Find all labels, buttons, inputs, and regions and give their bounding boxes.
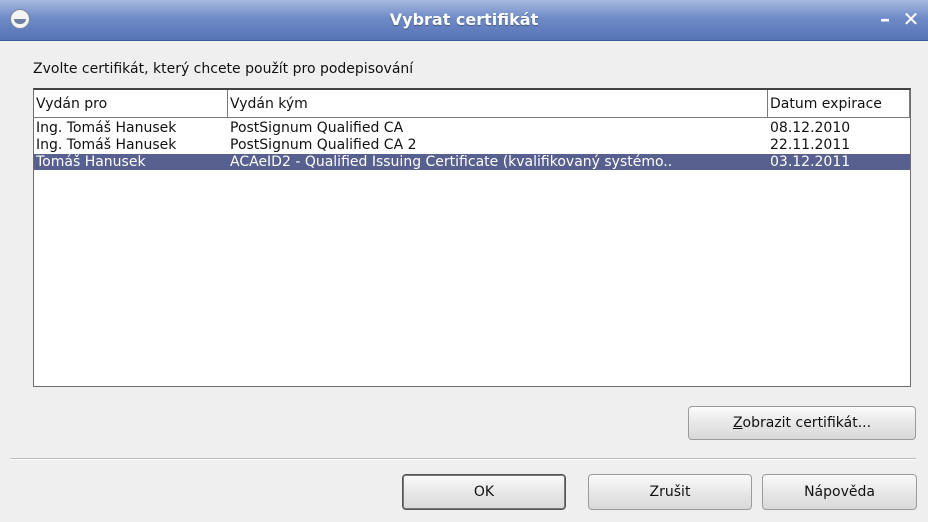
cell-issued-to: Ing. Tomáš Hanusek [36, 137, 177, 153]
window-title: Vybrat certifikát [389, 10, 539, 29]
title-bar[interactable]: Vybrat certifikát – ✕ [0, 0, 928, 41]
view-certificate-mnemonic: Z [732, 415, 743, 431]
list-header: Vydán pro Vydán kým Datum expirace [34, 90, 910, 118]
help-button[interactable]: Nápověda [762, 474, 917, 510]
instruction-label: Zvolte certifikát, který chcete použít p… [33, 61, 414, 77]
certificate-row[interactable]: Ing. Tomáš Hanusek PostSignum Qualified … [34, 120, 910, 136]
separator [10, 458, 916, 460]
certificate-list[interactable]: Vydán pro Vydán kým Datum expirace Ing. … [33, 88, 911, 387]
view-certificate-label: obrazit certifikát... [742, 415, 872, 431]
close-icon[interactable]: ✕ [900, 8, 922, 30]
certificate-row[interactable]: Ing. Tomáš Hanusek PostSignum Qualified … [34, 137, 910, 153]
column-header-issued-to[interactable]: Vydán pro [34, 90, 228, 118]
cell-issued-by: PostSignum Qualified CA [230, 120, 404, 136]
cell-issued-by: PostSignum Qualified CA 2 [230, 137, 417, 153]
minimize-icon[interactable]: – [874, 8, 896, 30]
select-certificate-dialog: Vybrat certifikát – ✕ Zvolte certifikát,… [0, 0, 928, 522]
column-header-expiry[interactable]: Datum expirace [768, 90, 910, 118]
view-certificate-button[interactable]: Zobrazit certifikát... [688, 406, 916, 440]
cell-issued-by: ACAeID2 - Qualified Issuing Certificate … [230, 154, 673, 170]
cell-expiry: 08.12.2010 [770, 120, 851, 136]
cancel-button[interactable]: Zrušit [588, 474, 752, 510]
certificate-row-selected[interactable]: Tomáš Hanusek ACAeID2 - Qualified Issuin… [34, 154, 910, 170]
column-header-issued-by[interactable]: Vydán kým [228, 90, 768, 118]
cell-issued-to: Tomáš Hanusek [36, 154, 146, 170]
ok-button[interactable]: OK [402, 474, 566, 510]
cell-issued-to: Ing. Tomáš Hanusek [36, 120, 177, 136]
cell-expiry: 22.11.2011 [770, 137, 851, 153]
cell-expiry: 03.12.2011 [770, 154, 851, 170]
